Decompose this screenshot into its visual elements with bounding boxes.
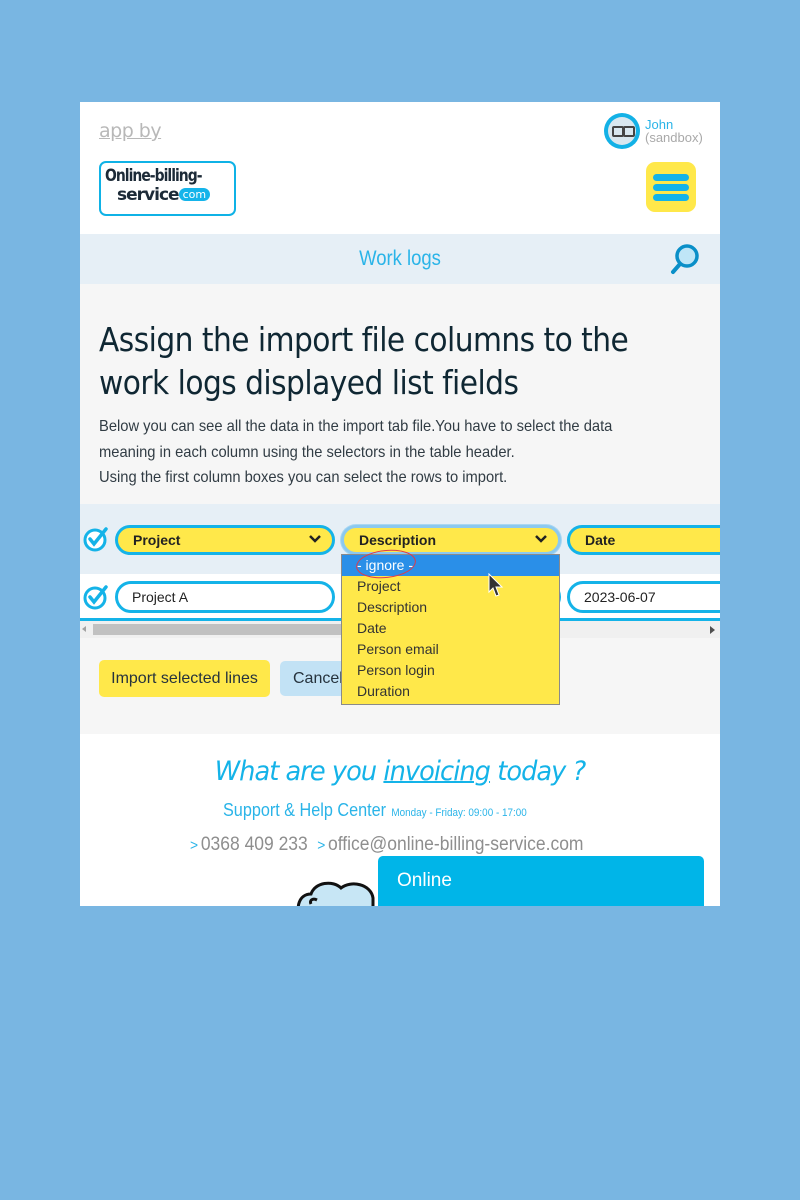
avatar-face-icon bbox=[608, 117, 636, 145]
support-center: Support & Help Center Monday - Friday: 09… bbox=[223, 800, 527, 821]
heading-line-1: Assign the import file columns to the bbox=[99, 320, 629, 359]
column-selector-3[interactable]: Date bbox=[567, 525, 720, 555]
chat-status: Online bbox=[397, 870, 452, 891]
dropdown-option-person-login[interactable]: Person login bbox=[342, 660, 559, 681]
dropdown-option-project[interactable]: Project bbox=[342, 576, 559, 597]
support-hours: Monday - Friday: 09:00 - 17:00 bbox=[391, 807, 527, 819]
menu-bar-icon bbox=[653, 193, 689, 201]
logo-text-line1: Online-billing- bbox=[105, 166, 203, 186]
header: app by Online-billing- service com John (… bbox=[80, 102, 720, 234]
column-selector-value: Description bbox=[359, 532, 437, 548]
page-heading: Assign the import file columns to the wo… bbox=[99, 318, 630, 404]
dropdown-option-description[interactable]: Description bbox=[342, 597, 559, 618]
slogan-text: today ? bbox=[490, 756, 586, 787]
chevron-down-icon bbox=[309, 535, 321, 543]
slogan-text: What are you bbox=[214, 756, 384, 787]
scroll-right-arrow-icon[interactable] bbox=[710, 626, 715, 634]
app-frame: app by Online-billing- service com John (… bbox=[80, 102, 720, 906]
mouse-cursor-icon bbox=[488, 573, 504, 597]
user-account-type: (sandbox) bbox=[645, 130, 703, 145]
scrollbar-thumb[interactable] bbox=[93, 624, 343, 635]
table-cell-date[interactable]: 2023-06-07 bbox=[567, 581, 720, 613]
table-cell-project[interactable]: Project A bbox=[115, 581, 335, 613]
select-all-check-icon[interactable] bbox=[83, 526, 109, 552]
app-by-label: app by bbox=[99, 120, 162, 142]
avatar[interactable] bbox=[604, 113, 640, 149]
site-logo[interactable]: Online-billing- service com bbox=[99, 161, 236, 216]
description-line: Using the first column boxes you can sel… bbox=[99, 469, 508, 486]
support-link[interactable]: Support & Help Center bbox=[223, 800, 386, 820]
slogan-emphasis: invoicing bbox=[383, 756, 491, 787]
email-link[interactable]: office@online-billing-service.com bbox=[328, 834, 583, 855]
column-selector-1[interactable]: Project bbox=[115, 525, 335, 555]
chevron-right-icon: > bbox=[190, 837, 199, 854]
section-title-bar: Work logs bbox=[80, 234, 720, 284]
chevron-right-icon: > bbox=[317, 837, 326, 854]
import-selected-lines-button[interactable]: Import selected lines bbox=[99, 660, 270, 697]
hamburger-menu-button[interactable] bbox=[646, 162, 696, 212]
heading-line-2: work logs displayed list fields bbox=[99, 363, 519, 402]
phone-link[interactable]: 0368 409 233 bbox=[201, 834, 308, 855]
menu-bar-icon bbox=[653, 173, 689, 181]
user-profile[interactable]: John (sandbox) bbox=[604, 113, 703, 149]
page-description: Below you can see all the data in the im… bbox=[99, 414, 612, 491]
scroll-left-arrow-icon[interactable] bbox=[82, 626, 86, 632]
column-selector-value: Project bbox=[133, 532, 181, 548]
description-line: meaning in each column using the selecto… bbox=[99, 443, 515, 461]
contact-info: >0368 409 233 > office@online-billing-ser… bbox=[190, 834, 584, 856]
logo-text-line2: service com bbox=[105, 186, 230, 204]
dropdown-option-date[interactable]: Date bbox=[342, 618, 559, 639]
description-line: Below you can see all the data in the im… bbox=[99, 418, 613, 435]
chat-widget[interactable]: Online bbox=[378, 856, 704, 906]
footer-slogan: What are you invoicing today ? bbox=[96, 756, 704, 787]
chevron-down-icon bbox=[535, 535, 547, 543]
logo-service: service bbox=[117, 185, 180, 205]
column-selector-2[interactable]: Description bbox=[341, 525, 561, 555]
dropdown-option-person-email[interactable]: Person email bbox=[342, 639, 559, 660]
menu-bar-icon bbox=[653, 183, 689, 191]
dropdown-option-duration[interactable]: Duration bbox=[342, 681, 559, 702]
section-title: Work logs bbox=[359, 247, 441, 270]
column-selector-value: Date bbox=[585, 532, 616, 548]
logo-com-badge: com bbox=[178, 188, 211, 201]
row-check-icon[interactable] bbox=[83, 584, 109, 610]
search-icon[interactable] bbox=[670, 243, 700, 275]
